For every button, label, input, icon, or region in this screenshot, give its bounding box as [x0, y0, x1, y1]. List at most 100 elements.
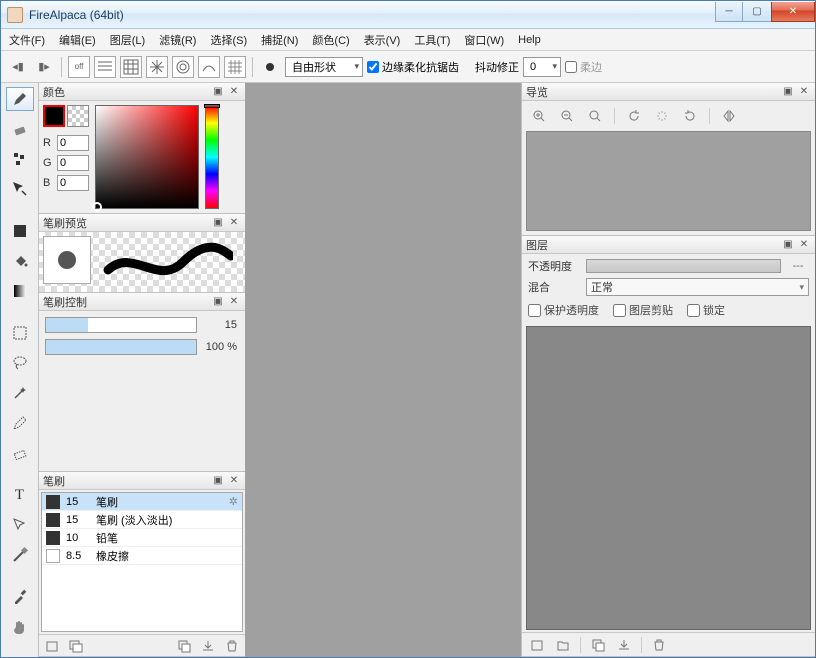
dup-layer-icon[interactable]	[589, 636, 607, 654]
snap-parallel-icon[interactable]	[94, 56, 116, 78]
brush-row[interactable]: 15笔刷 (淡入淡出)	[42, 511, 242, 529]
select-erase-tool[interactable]	[6, 441, 34, 465]
undock-icon[interactable]: ▣	[211, 295, 225, 309]
divide-tool[interactable]	[6, 543, 34, 567]
brush-row[interactable]: 8.5橡皮擦	[42, 547, 242, 565]
menu-color[interactable]: 颜色(C)	[312, 32, 349, 48]
softedge-checkbox[interactable]: 柔边	[565, 59, 602, 75]
redo-button[interactable]: ▮▸	[33, 56, 55, 78]
undock-icon[interactable]: ▣	[781, 238, 795, 252]
shape-dropdown[interactable]: 自由形状	[285, 57, 363, 77]
dup-brush-icon[interactable]	[175, 637, 193, 655]
merge-layer-icon[interactable]	[615, 636, 633, 654]
brush-control-panel: 笔刷控制▣✕ 15 100 %	[39, 293, 245, 472]
stabilizer-dropdown[interactable]: 0	[523, 57, 561, 77]
close-icon[interactable]: ✕	[797, 238, 811, 252]
rotate-left-icon[interactable]	[625, 107, 643, 125]
zoom-in-icon[interactable]	[530, 107, 548, 125]
snap-off-icon[interactable]: off	[68, 56, 90, 78]
text-tool[interactable]: T	[6, 483, 34, 507]
clipping-checkbox[interactable]: 图层剪贴	[613, 302, 673, 318]
close-icon[interactable]: ✕	[797, 85, 811, 99]
brush-row[interactable]: 10铅笔	[42, 529, 242, 547]
menu-snap[interactable]: 捕捉(N)	[261, 32, 298, 48]
add-group-icon[interactable]	[67, 637, 85, 655]
undock-icon[interactable]: ▣	[781, 85, 795, 99]
snap-circle-icon[interactable]	[172, 56, 194, 78]
delete-brush-icon[interactable]	[223, 637, 241, 655]
snap-radial-icon[interactable]	[146, 56, 168, 78]
new-folder-icon[interactable]	[554, 636, 572, 654]
snap-vanish-icon[interactable]	[224, 56, 246, 78]
navigator-view[interactable]	[526, 131, 811, 231]
hand-tool[interactable]	[6, 615, 34, 639]
gradient-tool[interactable]	[6, 279, 34, 303]
new-layer-icon[interactable]	[528, 636, 546, 654]
bucket-tool[interactable]	[6, 249, 34, 273]
brush-list[interactable]: 15笔刷✲15笔刷 (淡入淡出)10铅笔8.5橡皮擦	[41, 492, 243, 632]
g-input[interactable]	[57, 155, 89, 171]
zoom-out-icon[interactable]	[558, 107, 576, 125]
color-field[interactable]	[95, 105, 199, 209]
dot-tool[interactable]	[6, 147, 34, 171]
layer-list[interactable]	[526, 326, 811, 630]
flip-icon[interactable]	[720, 107, 738, 125]
eyedropper-tool[interactable]	[6, 585, 34, 609]
close-icon[interactable]: ✕	[227, 474, 241, 488]
menu-select[interactable]: 选择(S)	[210, 32, 247, 48]
hue-slider[interactable]	[205, 105, 219, 209]
snap-grid-icon[interactable]	[120, 56, 142, 78]
delete-layer-icon[interactable]	[650, 636, 668, 654]
lock-checkbox[interactable]: 锁定	[687, 302, 725, 318]
menu-file[interactable]: 文件(F)	[9, 32, 45, 48]
rotate-reset-icon[interactable]	[653, 107, 671, 125]
foreground-swatch[interactable]	[43, 105, 65, 127]
blend-mode-dropdown[interactable]: 正常	[586, 278, 809, 296]
brush-list-panel: 笔刷▣✕ 15笔刷✲15笔刷 (淡入淡出)10铅笔8.5橡皮擦	[39, 472, 245, 657]
undock-icon[interactable]: ▣	[211, 85, 225, 99]
fill-tool[interactable]	[6, 219, 34, 243]
add-brush-icon[interactable]	[43, 637, 61, 655]
menu-tool[interactable]: 工具(T)	[414, 32, 450, 48]
title-bar: FireAlpaca (64bit) ─ ▢ ✕	[1, 1, 815, 29]
protect-alpha-checkbox[interactable]: 保护透明度	[528, 302, 599, 318]
minimize-button[interactable]: ─	[715, 2, 743, 22]
lasso-tool[interactable]	[6, 351, 34, 375]
object-tool[interactable]	[6, 513, 34, 537]
layer-opacity-slider[interactable]	[586, 259, 781, 273]
save-brush-icon[interactable]	[199, 637, 217, 655]
brush-row[interactable]: 15笔刷✲	[42, 493, 242, 511]
gear-icon[interactable]: ✲	[229, 495, 238, 508]
brush-opacity-slider[interactable]	[45, 339, 197, 355]
background-swatch[interactable]	[67, 105, 89, 127]
close-icon[interactable]: ✕	[227, 216, 241, 230]
select-pen-tool[interactable]	[6, 411, 34, 435]
menu-edit[interactable]: 编辑(E)	[59, 32, 96, 48]
magic-wand-tool[interactable]	[6, 381, 34, 405]
close-button[interactable]: ✕	[771, 2, 815, 22]
undock-icon[interactable]: ▣	[211, 216, 225, 230]
undo-button[interactable]: ◂▮	[7, 56, 29, 78]
eraser-tool[interactable]	[6, 117, 34, 141]
close-icon[interactable]: ✕	[227, 85, 241, 99]
move-tool[interactable]	[6, 177, 34, 201]
menu-layer[interactable]: 图层(L)	[110, 32, 145, 48]
snap-curve-icon[interactable]	[198, 56, 220, 78]
menu-filter[interactable]: 滤镜(R)	[159, 32, 196, 48]
canvas-area[interactable]	[245, 83, 521, 657]
menu-window[interactable]: 窗口(W)	[464, 32, 504, 48]
maximize-button[interactable]: ▢	[743, 2, 771, 22]
brush-size-slider[interactable]	[45, 317, 197, 333]
undock-icon[interactable]: ▣	[211, 474, 225, 488]
brush-tool[interactable]	[6, 87, 34, 111]
menu-help[interactable]: Help	[518, 34, 541, 46]
zoom-fit-icon[interactable]	[586, 107, 604, 125]
r-input[interactable]	[57, 135, 89, 151]
menu-view[interactable]: 表示(V)	[364, 32, 401, 48]
brush-swatch	[46, 495, 60, 509]
select-rect-tool[interactable]	[6, 321, 34, 345]
close-icon[interactable]: ✕	[227, 295, 241, 309]
b-input[interactable]	[57, 175, 89, 191]
rotate-right-icon[interactable]	[681, 107, 699, 125]
antialias-checkbox[interactable]: 边缘柔化抗锯齿	[367, 59, 459, 75]
